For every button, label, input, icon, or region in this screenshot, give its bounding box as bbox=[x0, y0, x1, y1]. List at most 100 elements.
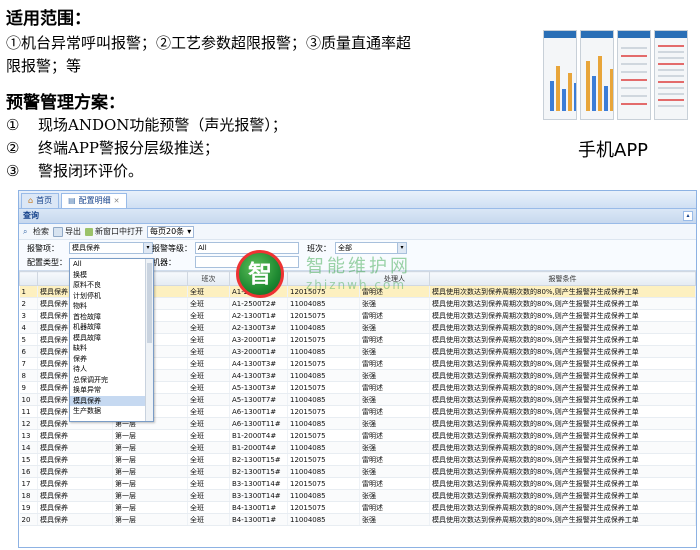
table-cell: B4-1300T1# bbox=[229, 501, 288, 514]
scope-title: 适用范围： bbox=[6, 9, 91, 29]
new-window-button[interactable]: 新窗口中打开 bbox=[85, 226, 143, 237]
dropdown-option[interactable]: 机器故障 bbox=[70, 322, 153, 333]
table-cell: 18 bbox=[19, 489, 38, 502]
dropdown-option[interactable]: 物料 bbox=[70, 301, 153, 312]
page-size-value: 每页20条 bbox=[150, 226, 185, 236]
table-cell: 12015075 bbox=[287, 501, 360, 514]
table-cell: B1-2000T4# bbox=[229, 441, 288, 454]
phone-screen-1 bbox=[543, 30, 577, 120]
table-cell: 模具保养 bbox=[37, 429, 113, 442]
close-icon[interactable]: ✕ bbox=[114, 194, 120, 208]
table-cell: 模具使用次数达到保养周期次数的80%,则产生报警并生成保养工单 bbox=[429, 453, 696, 466]
table-cell: 全班 bbox=[187, 333, 230, 346]
table-row[interactable]: 17 模具保养 第一层 全班 B3-1300T14# 12015075 雷明述 模具使用次数达… bbox=[19, 477, 696, 490]
table-cell: A4-1300T3# bbox=[229, 357, 288, 370]
tab-config-detail[interactable]: ▤ 配置明细 ✕ bbox=[61, 193, 127, 208]
new-window-icon bbox=[85, 227, 93, 236]
table-cell: 17 bbox=[19, 477, 38, 490]
column-header[interactable] bbox=[287, 271, 360, 286]
table-cell: 雷明述 bbox=[359, 501, 430, 514]
table-row[interactable]: 14 模具保养 第一层 全班 B1-2000T4# 11004085 张强 模具使用次数达到保… bbox=[19, 441, 696, 454]
table-cell: 11004085 bbox=[287, 321, 360, 334]
table-cell: B1-2000T4# bbox=[229, 429, 288, 442]
machine-label: 机器： bbox=[152, 258, 176, 267]
shift-value: 全部 bbox=[338, 244, 352, 252]
table-cell: 模具使用次数达到保养周期次数的80%,则产生报警并生成保养工单 bbox=[429, 501, 696, 514]
app-label: 手机APP bbox=[578, 140, 649, 161]
table-cell: 雷明述 bbox=[359, 309, 430, 322]
dropdown-option[interactable]: 生产数据 bbox=[70, 406, 153, 417]
column-header[interactable]: 报警条件 bbox=[429, 271, 696, 286]
table-cell: 1 bbox=[19, 285, 38, 298]
table-cell: 12015075 bbox=[287, 285, 360, 298]
table-cell: 张强 bbox=[359, 465, 430, 478]
table-cell: 11004085 bbox=[287, 441, 360, 454]
dropdown-option[interactable]: 换模 bbox=[70, 270, 153, 281]
table-cell: 12015075 bbox=[287, 309, 360, 322]
table-row[interactable]: 20 模具保养 第一层 全班 B4-1300T1# 11004085 张强 模具使用次数达到保… bbox=[19, 513, 696, 526]
document-icon: ▤ bbox=[68, 196, 76, 205]
alarm-level-select[interactable]: All bbox=[195, 242, 299, 254]
panel-title: 查询 ▴ bbox=[19, 209, 696, 224]
shift-select[interactable]: 全部 ▾ bbox=[335, 242, 407, 254]
tab-home[interactable]: ⌂ 首页 bbox=[21, 193, 60, 208]
table-cell: 第一层 bbox=[112, 489, 188, 502]
column-header[interactable]: 处理人 bbox=[359, 271, 430, 286]
column-header[interactable]: 机台 bbox=[229, 271, 288, 286]
dropdown-option[interactable]: 模具故障 bbox=[70, 333, 153, 344]
table-cell: 雷明述 bbox=[359, 429, 430, 442]
web-app-window: ⌂ 首页 ▤ 配置明细 ✕ 查询 ▴ ⌕ 检索 导出 新窗口中打开 每页20条 ▾ … bbox=[18, 190, 697, 548]
table-cell: A1-2500T1# bbox=[229, 285, 288, 298]
collapse-icon[interactable]: ▴ bbox=[683, 211, 693, 221]
dropdown-option[interactable]: 计划停机 bbox=[70, 291, 153, 302]
table-cell: 模具保养 bbox=[37, 513, 113, 526]
table-row[interactable]: 13 模具保养 第一层 全班 B1-2000T4# 12015075 雷明述 模具使用次数达到… bbox=[19, 429, 696, 442]
table-row[interactable]: 16 模具保养 第一层 全班 B2-1300T15# 11004085 张强 模具使用次数达到… bbox=[19, 465, 696, 478]
table-cell: 全班 bbox=[187, 441, 230, 454]
dropdown-option[interactable]: 模具保养 bbox=[70, 395, 153, 406]
table-cell: 12015075 bbox=[287, 381, 360, 394]
table-cell: 2 bbox=[19, 297, 38, 310]
table-cell: 模具使用次数达到保养周期次数的80%,则产生报警并生成保养工单 bbox=[429, 465, 696, 478]
dropdown-option[interactable]: 待人 bbox=[70, 364, 153, 375]
search-button[interactable]: ⌕ 检索 bbox=[23, 226, 49, 237]
export-button[interactable]: 导出 bbox=[53, 226, 81, 237]
scrollbar[interactable] bbox=[145, 259, 153, 421]
plan-item-number: ③ bbox=[6, 162, 20, 180]
table-cell: 全班 bbox=[187, 453, 230, 466]
table-row[interactable]: 15 模具保养 第一层 全班 B2-1300T15# 12015075 雷明述 模具使用次数达… bbox=[19, 453, 696, 466]
dropdown-option[interactable]: 总保调开完 bbox=[70, 375, 153, 386]
export-icon bbox=[53, 226, 63, 237]
dropdown-option[interactable]: 首检故障 bbox=[70, 312, 153, 323]
panel-title-text: 查询 bbox=[23, 211, 39, 220]
table-cell: 11004085 bbox=[287, 297, 360, 310]
table-cell: 12015075 bbox=[287, 333, 360, 346]
table-cell: 11004085 bbox=[287, 513, 360, 526]
table-cell: 全班 bbox=[187, 429, 230, 442]
table-row[interactable]: 18 模具保养 第一层 全班 B3-1300T14# 11004085 张强 模具使用次数达到… bbox=[19, 489, 696, 502]
alarm-type-select[interactable]: 模具保养 ▾ bbox=[69, 242, 153, 254]
dropdown-option[interactable]: 保养 bbox=[70, 354, 153, 365]
table-cell: B3-1300T14# bbox=[229, 477, 288, 490]
scrollbar-thumb[interactable] bbox=[147, 263, 152, 343]
table-row[interactable]: 19 模具保养 第一层 全班 B4-1300T1# 12015075 雷明述 模具使用次数达到… bbox=[19, 501, 696, 514]
dropdown-option[interactable]: 换单异常 bbox=[70, 385, 153, 396]
column-header[interactable] bbox=[19, 271, 38, 286]
table-cell: A5-1300T3# bbox=[229, 381, 288, 394]
table-cell: 第一层 bbox=[112, 513, 188, 526]
table-cell: 10 bbox=[19, 393, 38, 406]
dropdown-option[interactable]: 缺料 bbox=[70, 343, 153, 354]
page-size-select[interactable]: 每页20条 ▾ bbox=[147, 225, 195, 238]
table-cell: 全班 bbox=[187, 285, 230, 298]
alarm-type-value: 模具保养 bbox=[72, 244, 100, 252]
dropdown-option[interactable]: All bbox=[70, 259, 153, 270]
phone-screen-2 bbox=[580, 30, 614, 120]
table-cell: B4-1300T1# bbox=[229, 513, 288, 526]
table-cell: 6 bbox=[19, 345, 38, 358]
dropdown-option[interactable]: 原料不良 bbox=[70, 280, 153, 291]
table-cell: 4 bbox=[19, 321, 38, 334]
table-cell: 全班 bbox=[187, 393, 230, 406]
column-header[interactable]: 班次 bbox=[187, 271, 230, 286]
table-cell: 模具使用次数达到保养周期次数的80%,则产生报警并生成保养工单 bbox=[429, 477, 696, 490]
machine-input[interactable] bbox=[195, 256, 299, 268]
